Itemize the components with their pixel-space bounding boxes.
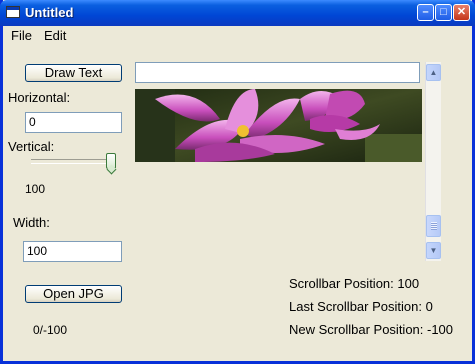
open-jpg-button[interactable]: Open JPG [25,285,122,303]
minimize-button[interactable]: – [417,4,434,21]
image-preview [135,89,422,162]
title-bar[interactable]: Untitled – □ ✕ [0,0,475,26]
horizontal-label: Horizontal: [8,90,71,105]
scroll-up-icon[interactable]: ▲ [426,64,441,81]
scroll-thumb[interactable] [426,215,441,237]
vertical-scrollbar[interactable]: ▲ ▼ [425,62,441,261]
last-scrollbar-position-text: Last Scrollbar Position: 0 [289,299,433,314]
vertical-label: Vertical: [8,139,55,154]
width-label: Width: [13,215,50,230]
width-field[interactable]: 100 [23,241,122,262]
window-title: Untitled [25,5,74,20]
scrollbar-position-text: Scrollbar Position: 100 [289,276,420,291]
text-input[interactable] [135,62,420,83]
app-icon [6,6,20,18]
position-readout: 0/-100 [33,323,68,337]
maximize-button[interactable]: □ [435,4,452,21]
lotus-flower-image [135,89,422,162]
vertical-slider-thumb[interactable] [106,153,116,169]
menu-file[interactable]: File [11,28,32,43]
menu-bar: File Edit [3,26,472,46]
vertical-slider-track[interactable] [31,159,113,164]
vertical-slider-value: 100 [25,182,46,196]
menu-edit[interactable]: Edit [44,28,66,43]
new-scrollbar-position-text: New Scrollbar Position: -100 [289,322,454,337]
horizontal-field[interactable]: 0 [25,112,122,133]
scroll-down-icon[interactable]: ▼ [426,242,441,259]
draw-text-button[interactable]: Draw Text [25,64,122,82]
close-button[interactable]: ✕ [453,4,470,21]
